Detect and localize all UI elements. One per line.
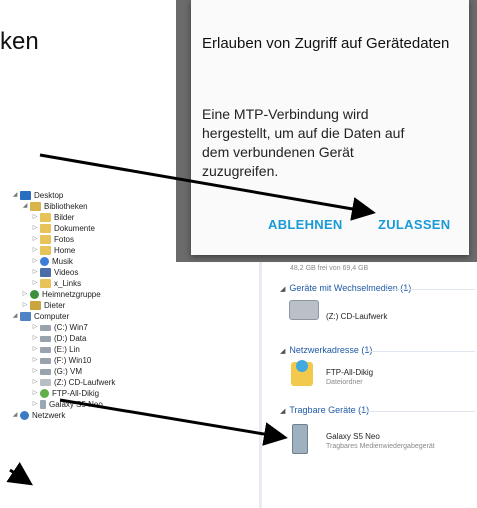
annotation-arrows — [6, 153, 376, 486]
arrow-to-galaxy-tree-item — [6, 462, 33, 486]
arrow-to-galaxy-device — [59, 398, 288, 446]
arrow-to-allow-button — [39, 153, 376, 221]
